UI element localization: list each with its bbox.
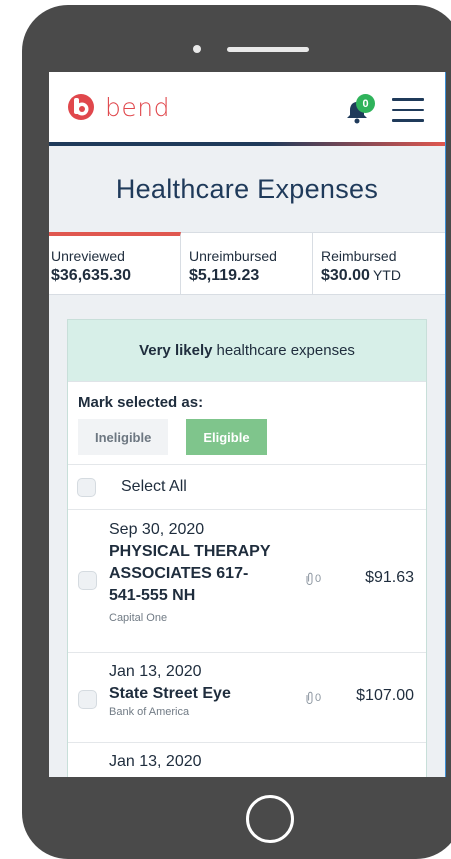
select-all-checkbox[interactable]	[77, 477, 96, 497]
bank-name: Capital One	[109, 612, 168, 624]
attachment-indicator[interactable]: 0	[305, 691, 321, 705]
transaction-row[interactable]: Jan 13, 2020	[68, 743, 426, 777]
attachment-indicator[interactable]: 0	[305, 572, 321, 586]
brand-name: bend	[105, 92, 170, 122]
select-all-row[interactable]: Select All	[68, 465, 426, 510]
transaction-date: Jan 13, 2020	[109, 753, 202, 770]
card-header-emphasis: Very likely	[139, 342, 213, 359]
eligible-button[interactable]: Eligible	[186, 419, 267, 455]
transaction-checkbox[interactable]	[78, 571, 97, 590]
transaction-date: Jan 13, 2020	[109, 663, 202, 680]
tab-amount: $36,635.30	[51, 267, 132, 284]
brand-logo[interactable]: bend	[66, 92, 170, 122]
tab-unreimbursed[interactable]: Unreimbursed $5,119.23	[181, 232, 313, 294]
page-title: Healthcare Expenses	[115, 173, 379, 204]
paperclip-icon	[306, 691, 313, 704]
tab-amount-suffix: YTD	[372, 267, 401, 283]
tab-unreviewed[interactable]: Unreviewed $36,635.30	[49, 232, 181, 294]
transaction-row[interactable]: Jan 13, 2020 State Street Eye Bank of Am…	[68, 653, 426, 743]
select-all-label: Select All	[121, 478, 187, 495]
transaction-amount: $107.00	[356, 687, 414, 704]
attachment-count: 0	[315, 692, 322, 704]
hamburger-menu-icon[interactable]	[392, 98, 424, 122]
transaction-details: Jan 13, 2020	[68, 753, 426, 771]
attachment-count: 0	[315, 573, 322, 585]
tab-label: Reimbursed	[321, 248, 397, 264]
transaction-amount: $91.63	[365, 569, 414, 586]
paperclip-icon	[306, 572, 313, 585]
expense-tabs: Unreviewed $36,635.30 Unreimbursed $5,11…	[49, 232, 445, 295]
transaction-row[interactable]: Sep 30, 2020 PHYSICAL THERAPY ASSOCIATES…	[68, 510, 426, 653]
title-band: Healthcare Expenses	[49, 146, 445, 232]
speaker-bar	[227, 47, 309, 52]
tab-amount-value: $30.00	[321, 267, 370, 284]
expense-card: Very likely healthcare expenses Mark sel…	[67, 319, 427, 777]
bank-name: Bank of America	[109, 706, 190, 718]
home-button[interactable]	[246, 795, 294, 843]
bend-logo-icon	[68, 94, 94, 120]
ineligible-button[interactable]: Ineligible	[78, 419, 169, 455]
content-area: Very likely healthcare expenses Mark sel…	[49, 295, 445, 777]
mark-buttons: Ineligible Eligible	[78, 419, 416, 455]
merchant-name-line: 541-555 NH	[109, 587, 196, 604]
tab-label: Unreviewed	[51, 248, 125, 264]
tab-label: Unreimbursed	[189, 248, 277, 264]
merchant-name-line: PHYSICAL THERAPY	[109, 543, 271, 560]
card-header-text: healthcare expenses	[216, 342, 355, 359]
camera-dot	[193, 45, 201, 53]
app-screen: bend 0 Healthcare Expenses Unreviewed $3…	[49, 72, 445, 777]
tab-amount: $5,119.23	[189, 267, 260, 284]
bulk-mark-section: Mark selected as: Ineligible Eligible	[68, 382, 426, 465]
tab-amount: $30.00 YTD	[321, 267, 445, 285]
mark-selected-label: Mark selected as:	[78, 394, 204, 411]
transaction-checkbox[interactable]	[78, 690, 97, 709]
app-header: bend 0	[49, 72, 445, 142]
notification-badge: 0	[356, 94, 375, 113]
tab-reimbursed[interactable]: Reimbursed $30.00 YTD	[313, 232, 445, 294]
transaction-date: Sep 30, 2020	[109, 521, 205, 538]
card-header: Very likely healthcare expenses	[68, 320, 426, 382]
